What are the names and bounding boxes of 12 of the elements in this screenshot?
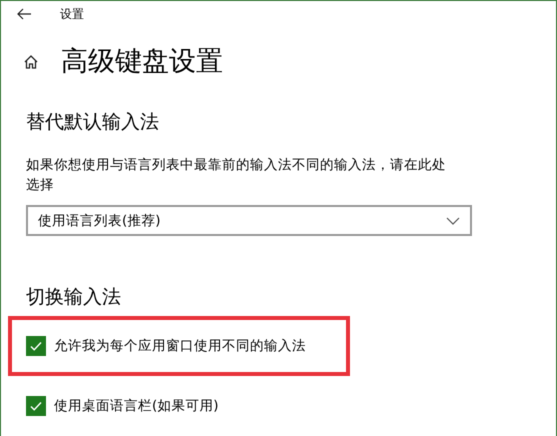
page-title: 高级键盘设置 bbox=[61, 45, 223, 79]
home-icon[interactable] bbox=[23, 54, 39, 70]
input-method-dropdown[interactable]: 使用语言列表(推荐) bbox=[26, 205, 472, 236]
window-title: 设置 bbox=[60, 6, 84, 22]
checkbox[interactable] bbox=[26, 396, 46, 416]
checkbox-label: 允许我为每个应用窗口使用不同的输入法 bbox=[54, 337, 306, 355]
checkbox[interactable] bbox=[26, 336, 46, 356]
section-heading: 替代默认输入法 bbox=[26, 110, 160, 135]
checkbox-label: 使用桌面语言栏(如果可用) bbox=[54, 397, 219, 415]
section-heading: 切换输入法 bbox=[26, 285, 122, 310]
chevron-icon bbox=[446, 216, 460, 224]
section-description: 如果你想使用与语言列表中最靠前的输入法不同的输入法，请在此处选择 bbox=[26, 156, 447, 195]
